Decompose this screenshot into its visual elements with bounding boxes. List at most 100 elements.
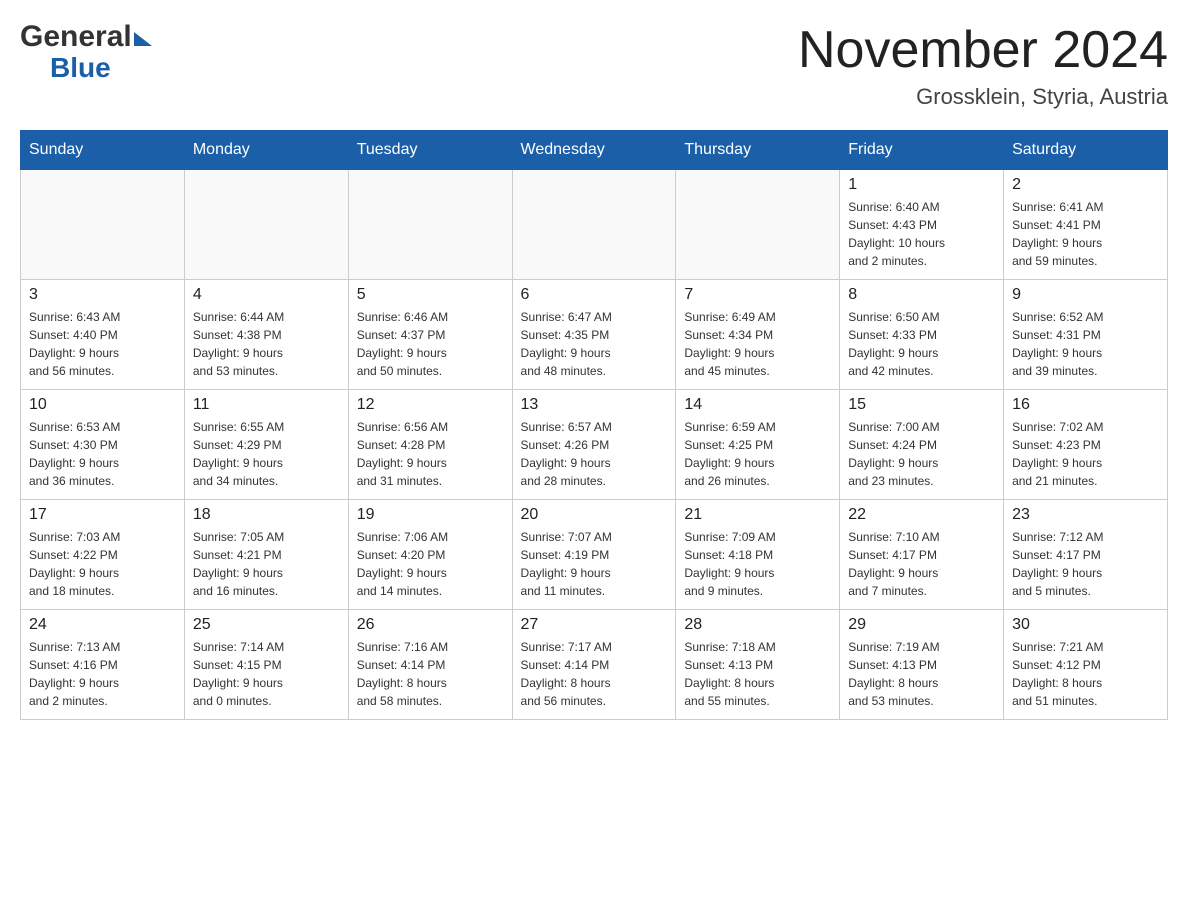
day-number: 22 (848, 506, 995, 524)
day-info: Sunrise: 6:40 AM Sunset: 4:43 PM Dayligh… (848, 198, 995, 270)
calendar-table: SundayMondayTuesdayWednesdayThursdayFrid… (20, 130, 1168, 720)
calendar-cell: 24 Sunrise: 7:13 AM Sunset: 4:16 PM Dayli… (21, 610, 185, 720)
day-info: Sunrise: 6:50 AM Sunset: 4:33 PM Dayligh… (848, 308, 995, 380)
logo-arrow-icon (134, 32, 152, 46)
title-block: November 2024 Grossklein, Styria, Austri… (798, 20, 1168, 110)
day-number: 11 (193, 396, 340, 414)
header-day-monday: Monday (184, 131, 348, 170)
calendar-cell: 13 Sunrise: 6:57 AM Sunset: 4:26 PM Dayli… (512, 390, 676, 500)
day-number: 18 (193, 506, 340, 524)
calendar-cell: 10Sunrise: 6:53 AM Sunset: 4:30 PM Dayli… (21, 390, 185, 500)
day-info: Sunrise: 7:13 AM Sunset: 4:16 PM Dayligh… (29, 638, 176, 710)
day-info: Sunrise: 6:41 AM Sunset: 4:41 PM Dayligh… (1012, 198, 1159, 270)
day-info: Sunrise: 7:02 AM Sunset: 4:23 PM Dayligh… (1012, 418, 1159, 490)
day-info: Sunrise: 6:55 AM Sunset: 4:29 PM Dayligh… (193, 418, 340, 490)
day-info: Sunrise: 7:21 AM Sunset: 4:12 PM Dayligh… (1012, 638, 1159, 710)
day-number: 3 (29, 286, 176, 304)
calendar-header: SundayMondayTuesdayWednesdayThursdayFrid… (21, 131, 1168, 170)
calendar-cell (348, 170, 512, 280)
week-row-4: 17 Sunrise: 7:03 AM Sunset: 4:22 PM Dayli… (21, 500, 1168, 610)
day-number: 27 (521, 616, 668, 634)
calendar-cell: 17 Sunrise: 7:03 AM Sunset: 4:22 PM Dayli… (21, 500, 185, 610)
day-info: Sunrise: 6:59 AM Sunset: 4:25 PM Dayligh… (684, 418, 831, 490)
calendar-cell: 1 Sunrise: 6:40 AM Sunset: 4:43 PM Daylig… (840, 170, 1004, 280)
calendar-body: 1 Sunrise: 6:40 AM Sunset: 4:43 PM Daylig… (21, 170, 1168, 720)
day-number: 24 (29, 616, 176, 634)
calendar-cell: 20Sunrise: 7:07 AM Sunset: 4:19 PM Dayli… (512, 500, 676, 610)
calendar-cell: 4Sunrise: 6:44 AM Sunset: 4:38 PM Daylig… (184, 280, 348, 390)
day-number: 10 (29, 396, 176, 414)
day-number: 1 (848, 176, 995, 194)
header-day-friday: Friday (840, 131, 1004, 170)
calendar-cell: 14 Sunrise: 6:59 AM Sunset: 4:25 PM Dayli… (676, 390, 840, 500)
header-day-wednesday: Wednesday (512, 131, 676, 170)
day-info: Sunrise: 6:52 AM Sunset: 4:31 PM Dayligh… (1012, 308, 1159, 380)
calendar-cell (184, 170, 348, 280)
day-info: Sunrise: 6:44 AM Sunset: 4:38 PM Dayligh… (193, 308, 340, 380)
calendar-cell: 2 Sunrise: 6:41 AM Sunset: 4:41 PM Daylig… (1004, 170, 1168, 280)
day-info: Sunrise: 6:47 AM Sunset: 4:35 PM Dayligh… (521, 308, 668, 380)
header-day-thursday: Thursday (676, 131, 840, 170)
calendar-cell: 21Sunrise: 7:09 AM Sunset: 4:18 PM Dayli… (676, 500, 840, 610)
day-info: Sunrise: 7:00 AM Sunset: 4:24 PM Dayligh… (848, 418, 995, 490)
day-number: 15 (848, 396, 995, 414)
calendar-cell: 28 Sunrise: 7:18 AM Sunset: 4:13 PM Dayli… (676, 610, 840, 720)
calendar-cell: 5 Sunrise: 6:46 AM Sunset: 4:37 PM Daylig… (348, 280, 512, 390)
day-info: Sunrise: 7:10 AM Sunset: 4:17 PM Dayligh… (848, 528, 995, 600)
week-row-3: 10Sunrise: 6:53 AM Sunset: 4:30 PM Dayli… (21, 390, 1168, 500)
day-info: Sunrise: 6:46 AM Sunset: 4:37 PM Dayligh… (357, 308, 504, 380)
calendar-cell: 8 Sunrise: 6:50 AM Sunset: 4:33 PM Daylig… (840, 280, 1004, 390)
day-number: 17 (29, 506, 176, 524)
day-number: 14 (684, 396, 831, 414)
day-info: Sunrise: 7:12 AM Sunset: 4:17 PM Dayligh… (1012, 528, 1159, 600)
page-header: General Blue November 2024 Grossklein, S… (20, 20, 1168, 110)
day-info: Sunrise: 7:16 AM Sunset: 4:14 PM Dayligh… (357, 638, 504, 710)
day-info: Sunrise: 6:49 AM Sunset: 4:34 PM Dayligh… (684, 308, 831, 380)
day-number: 9 (1012, 286, 1159, 304)
day-number: 6 (521, 286, 668, 304)
calendar-cell: 23Sunrise: 7:12 AM Sunset: 4:17 PM Dayli… (1004, 500, 1168, 610)
day-info: Sunrise: 7:19 AM Sunset: 4:13 PM Dayligh… (848, 638, 995, 710)
day-number: 21 (684, 506, 831, 524)
logo-general-text: General (20, 20, 132, 54)
calendar-cell (512, 170, 676, 280)
header-day-sunday: Sunday (21, 131, 185, 170)
day-info: Sunrise: 7:03 AM Sunset: 4:22 PM Dayligh… (29, 528, 176, 600)
day-info: Sunrise: 6:57 AM Sunset: 4:26 PM Dayligh… (521, 418, 668, 490)
day-number: 19 (357, 506, 504, 524)
calendar-cell (676, 170, 840, 280)
day-info: Sunrise: 7:06 AM Sunset: 4:20 PM Dayligh… (357, 528, 504, 600)
logo: General Blue (20, 20, 152, 82)
calendar-cell: 29 Sunrise: 7:19 AM Sunset: 4:13 PM Dayli… (840, 610, 1004, 720)
day-info: Sunrise: 6:43 AM Sunset: 4:40 PM Dayligh… (29, 308, 176, 380)
day-number: 13 (521, 396, 668, 414)
header-day-tuesday: Tuesday (348, 131, 512, 170)
day-number: 29 (848, 616, 995, 634)
day-info: Sunrise: 7:18 AM Sunset: 4:13 PM Dayligh… (684, 638, 831, 710)
calendar-cell: 9 Sunrise: 6:52 AM Sunset: 4:31 PM Daylig… (1004, 280, 1168, 390)
day-number: 2 (1012, 176, 1159, 194)
calendar-cell: 11 Sunrise: 6:55 AM Sunset: 4:29 PM Dayli… (184, 390, 348, 500)
header-row: SundayMondayTuesdayWednesdayThursdayFrid… (21, 131, 1168, 170)
day-number: 26 (357, 616, 504, 634)
location-subtitle: Grossklein, Styria, Austria (798, 84, 1168, 110)
day-number: 25 (193, 616, 340, 634)
day-number: 8 (848, 286, 995, 304)
calendar-cell: 12Sunrise: 6:56 AM Sunset: 4:28 PM Dayli… (348, 390, 512, 500)
calendar-cell (21, 170, 185, 280)
logo-blue-text: Blue (50, 52, 111, 83)
day-info: Sunrise: 7:14 AM Sunset: 4:15 PM Dayligh… (193, 638, 340, 710)
calendar-cell: 15 Sunrise: 7:00 AM Sunset: 4:24 PM Dayli… (840, 390, 1004, 500)
day-number: 12 (357, 396, 504, 414)
month-year-title: November 2024 (798, 20, 1168, 80)
day-number: 28 (684, 616, 831, 634)
calendar-cell: 22 Sunrise: 7:10 AM Sunset: 4:17 PM Dayli… (840, 500, 1004, 610)
calendar-cell: 7Sunrise: 6:49 AM Sunset: 4:34 PM Daylig… (676, 280, 840, 390)
week-row-2: 3 Sunrise: 6:43 AM Sunset: 4:40 PM Daylig… (21, 280, 1168, 390)
day-number: 5 (357, 286, 504, 304)
day-info: Sunrise: 7:07 AM Sunset: 4:19 PM Dayligh… (521, 528, 668, 600)
calendar-cell: 30Sunrise: 7:21 AM Sunset: 4:12 PM Dayli… (1004, 610, 1168, 720)
calendar-cell: 16Sunrise: 7:02 AM Sunset: 4:23 PM Dayli… (1004, 390, 1168, 500)
calendar-cell: 19 Sunrise: 7:06 AM Sunset: 4:20 PM Dayli… (348, 500, 512, 610)
day-info: Sunrise: 7:17 AM Sunset: 4:14 PM Dayligh… (521, 638, 668, 710)
